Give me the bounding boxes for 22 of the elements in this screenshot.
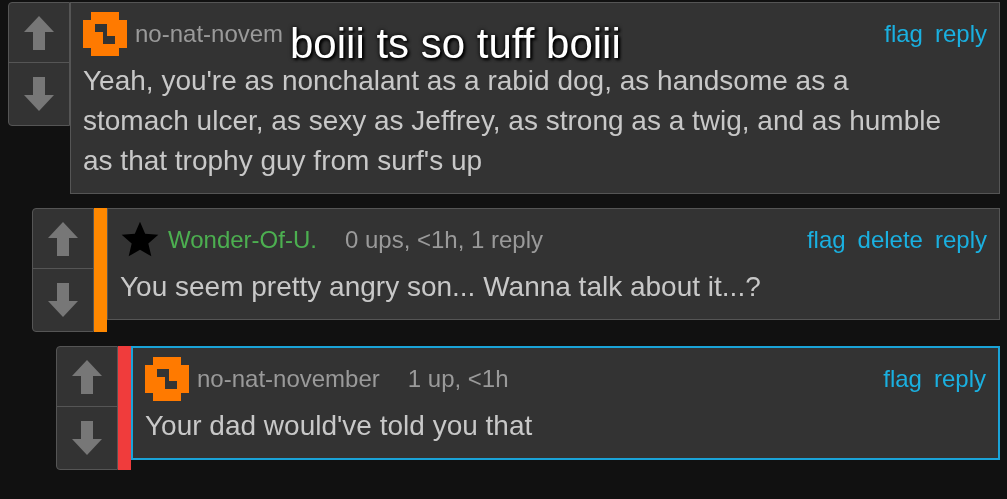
username[interactable]: no-nat-novem	[135, 16, 284, 52]
comment-meta: 0 ups, <1h, 1 reply	[344, 225, 544, 255]
down-arrow-icon	[72, 421, 102, 455]
action-link[interactable]: reply	[934, 16, 987, 52]
action-link[interactable]: flag	[806, 222, 846, 258]
up-arrow-icon	[72, 359, 102, 394]
action-link[interactable]: reply	[934, 222, 987, 258]
action-link[interactable]: delete	[857, 222, 923, 258]
action-link[interactable]: flag	[884, 16, 923, 52]
up-arrow-icon	[48, 221, 78, 256]
comment-text: Your dad would've told you that	[145, 409, 534, 443]
action-link[interactable]: flag	[883, 361, 922, 397]
pixel-logo-icon	[145, 357, 189, 401]
comment-text: You seem pretty angry son... Wanna talk about it...?	[120, 270, 762, 304]
comment-meta: 1 up, <1h	[407, 364, 509, 394]
down-arrow-icon	[24, 77, 54, 111]
username[interactable]: Wonder-Of-U.	[168, 222, 317, 258]
username[interactable]: no-nat-november	[197, 361, 380, 397]
pixel-logo-icon	[83, 12, 127, 56]
down-arrow-icon	[48, 283, 78, 317]
action-link[interactable]: reply	[933, 361, 986, 397]
up-arrow-icon	[24, 15, 54, 50]
